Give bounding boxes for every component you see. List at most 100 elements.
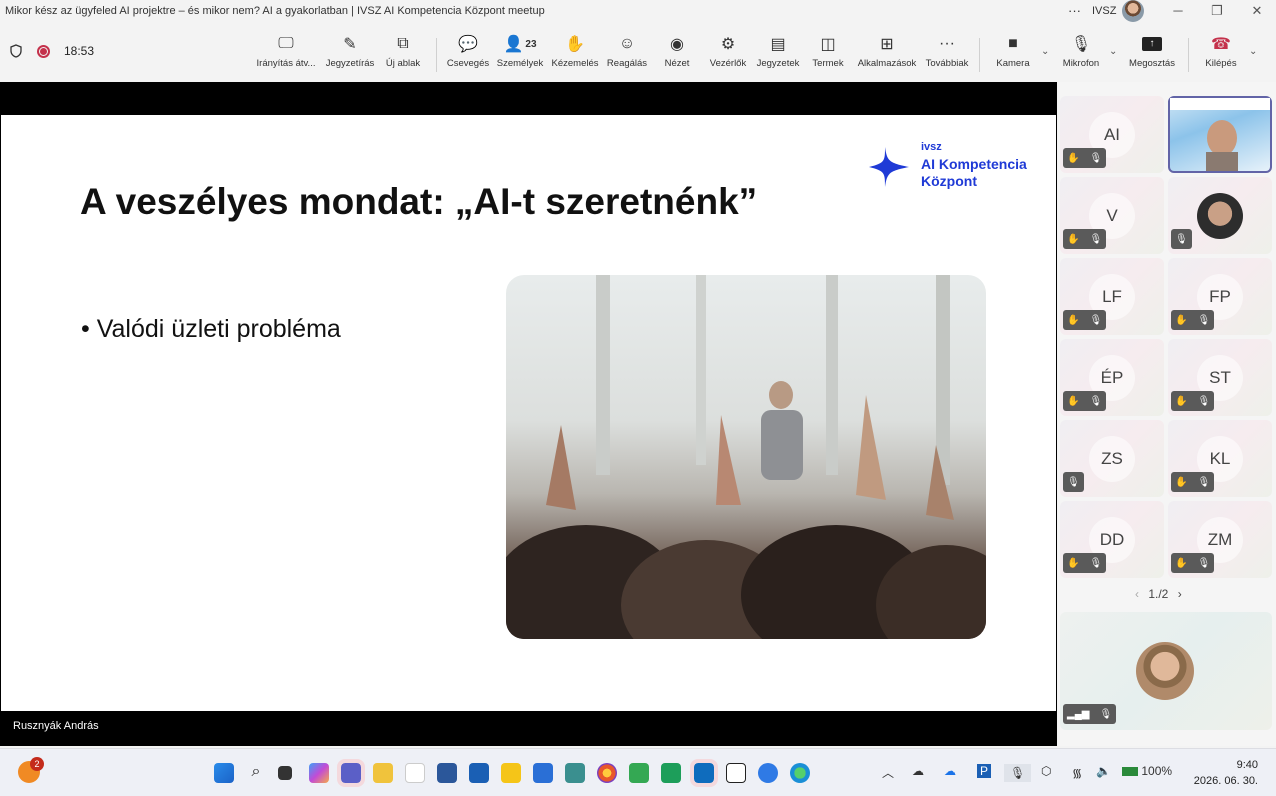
star-logo-icon (869, 147, 909, 187)
meeting-toolbar: 18:53 🖵 Irányítás átv... ✎ Jegyzetírás ⧉ Új… (0, 24, 1276, 80)
more-options-icon[interactable]: ··· (1068, 3, 1081, 18)
muted-mic-icon: 🎙 (1089, 233, 1103, 245)
leave-options-chevron-icon[interactable]: ⌄ (1249, 46, 1257, 57)
recording-icon (37, 45, 50, 58)
title-bar: Mikor kész az ügyfeled AI projektre – és… (0, 0, 1276, 24)
more-icon: ··· (939, 35, 955, 52)
participant-tile[interactable]: LF ✋ 🎙 (1060, 258, 1164, 335)
raised-hands-image (506, 275, 986, 639)
next-page-icon[interactable]: › (1178, 587, 1182, 601)
leave-button[interactable]: ☎ Kilépés (1191, 32, 1251, 78)
take-control-button[interactable]: 🖵 Irányítás átv... (256, 32, 316, 78)
chrome-icon[interactable] (405, 763, 425, 783)
security-tray-icon[interactable]: ⬡ (1041, 764, 1051, 778)
people-button[interactable]: 👤 23 Személyek (490, 32, 550, 78)
onedrive-icon[interactable]: ☁ (912, 764, 924, 778)
microphone-button[interactable]: 🎙 Mikrofon (1051, 32, 1111, 78)
org-name[interactable]: IVSZ (1092, 5, 1116, 17)
participant-tile[interactable]: ST ✋ 🎙 (1168, 339, 1272, 416)
participant-tile[interactable]: V ✋ 🎙 (1060, 177, 1164, 254)
copilot-icon[interactable] (309, 763, 329, 783)
participant-tile[interactable]: ÉP ✋ 🎙 (1060, 339, 1164, 416)
firefox-icon[interactable] (597, 763, 617, 783)
plus-icon: ⊞ (880, 36, 894, 53)
prev-page-icon[interactable]: ‹ (1135, 587, 1139, 601)
share-button[interactable]: ↑ Megosztás (1122, 32, 1182, 78)
whiteboard-button[interactable]: ✎ Jegyzetírás (320, 32, 380, 78)
participant-tile[interactable]: KL ✋ 🎙 (1168, 420, 1272, 497)
ivsz-logo: ivsz AI Kompetencia Központ (867, 141, 1037, 191)
search-icon[interactable]: ⌕ (246, 763, 266, 783)
participant-tile[interactable]: ZM ✋ 🎙 (1168, 501, 1272, 578)
raise-hand-icon: ✋ (1067, 314, 1080, 326)
wifi-icon[interactable]: ᯾ (1072, 764, 1082, 781)
todo-icon[interactable] (758, 763, 778, 783)
notion-icon[interactable] (726, 763, 746, 783)
self-status: ▂▄▆ 🎙 (1063, 704, 1117, 724)
mic-options-chevron-icon[interactable]: ⌄ (1109, 46, 1117, 57)
participant-status: ✋ 🎙 (1063, 553, 1107, 573)
app-icon[interactable] (629, 763, 649, 783)
participant-status: ✋ 🎙 (1063, 310, 1107, 330)
file-explorer-icon[interactable] (373, 763, 393, 783)
tray-overflow-icon[interactable]: ︿ (882, 764, 894, 781)
participant-tile[interactable]: FP ✋ 🎙 (1168, 258, 1272, 335)
share-icon: ↑ (1122, 32, 1182, 56)
app-icon[interactable] (469, 763, 489, 783)
self-view-tile[interactable]: ▂▄▆ 🎙 (1060, 612, 1272, 730)
toolbar-divider (1188, 38, 1189, 72)
participant-avatar-photo (1197, 193, 1243, 239)
app-tray-icon[interactable]: P (977, 764, 992, 778)
shield-icon (10, 44, 22, 58)
new-window-button[interactable]: ⧉ Új ablak (373, 32, 433, 78)
system-clock[interactable]: 9:40 2026. 06. 30. (1194, 757, 1258, 789)
notepad-icon[interactable] (565, 763, 585, 783)
page-indicator: 1./2 (1148, 587, 1169, 601)
mic-muted-tray-icon[interactable]: 🎙 (1004, 764, 1032, 782)
camera-button[interactable]: ■ Kamera (983, 32, 1043, 78)
people-count: 23 (525, 38, 537, 50)
participant-status: 🎙 (1063, 472, 1084, 492)
participant-tile-video-speaker[interactable] (1168, 96, 1272, 173)
teams-icon[interactable] (337, 759, 365, 787)
participant-initials: ZS (1089, 436, 1135, 482)
raise-hand-button[interactable]: ✋ Kézemelés (545, 32, 605, 78)
slide-title: A veszélyes mondat: „AI-t szeretnénk” (80, 181, 758, 222)
participant-status: ✋ 🎙 (1063, 148, 1107, 168)
edge-icon[interactable] (790, 763, 810, 783)
participant-tile[interactable]: ZS 🎙 (1060, 420, 1164, 497)
close-button[interactable]: ✕ (1247, 3, 1267, 19)
participant-tile[interactable]: AI ✋ 🎙 (1060, 96, 1164, 173)
volume-icon[interactable]: 🔈 (1096, 764, 1111, 778)
onedrive-business-icon[interactable]: ☁ (944, 764, 956, 778)
slide-bullet: • Valódi üzleti probléma (81, 315, 341, 343)
presentation-slide: A veszélyes mondat: „AI-t szeretnénk” • … (1, 115, 1056, 711)
task-view-icon[interactable] (278, 766, 292, 780)
rooms-button[interactable]: ◫ Termek (798, 32, 858, 78)
apps-button[interactable]: ⊞ Alkalmazások (857, 32, 917, 78)
minimize-button[interactable]: ─ (1168, 3, 1188, 18)
gallery-pager: ‹ 1./2 › (1135, 587, 1182, 601)
people-icon: 👤 (503, 36, 524, 53)
participant-status: ✋ 🎙 (1063, 391, 1107, 411)
new-window-icon: ⧉ (397, 35, 409, 52)
more-button[interactable]: ··· Továbbiak (917, 32, 977, 78)
raise-hand-icon: ✋ (1175, 476, 1188, 488)
participant-tile[interactable]: 🎙 (1168, 177, 1272, 254)
restore-button[interactable]: ❐ (1207, 3, 1227, 19)
mic-off-icon: 🎙 (1070, 36, 1092, 53)
windows-taskbar: 2 ⌕ ︿ ☁ ☁ P 🎙 ⬡ ᯾ 🔈 100% 9:40 2026. 06. … (0, 748, 1276, 796)
account-avatar[interactable] (1122, 0, 1144, 22)
word-icon[interactable] (437, 763, 457, 783)
outlook-icon[interactable] (690, 759, 718, 787)
sticky-notes-icon[interactable] (501, 763, 521, 783)
participant-tile[interactable]: DD ✋ 🎙 (1060, 501, 1164, 578)
battery-icon[interactable]: 100% (1122, 764, 1172, 778)
camera-options-chevron-icon[interactable]: ⌄ (1041, 46, 1049, 57)
muted-mic-icon: 🎙 (1089, 395, 1103, 407)
mail-icon[interactable] (533, 763, 553, 783)
muted-mic-icon: 🎙 (1197, 395, 1211, 407)
start-icon[interactable] (214, 763, 234, 783)
app-icon[interactable] (661, 763, 681, 783)
chat-button[interactable]: 💬 Csevegés (438, 32, 498, 78)
